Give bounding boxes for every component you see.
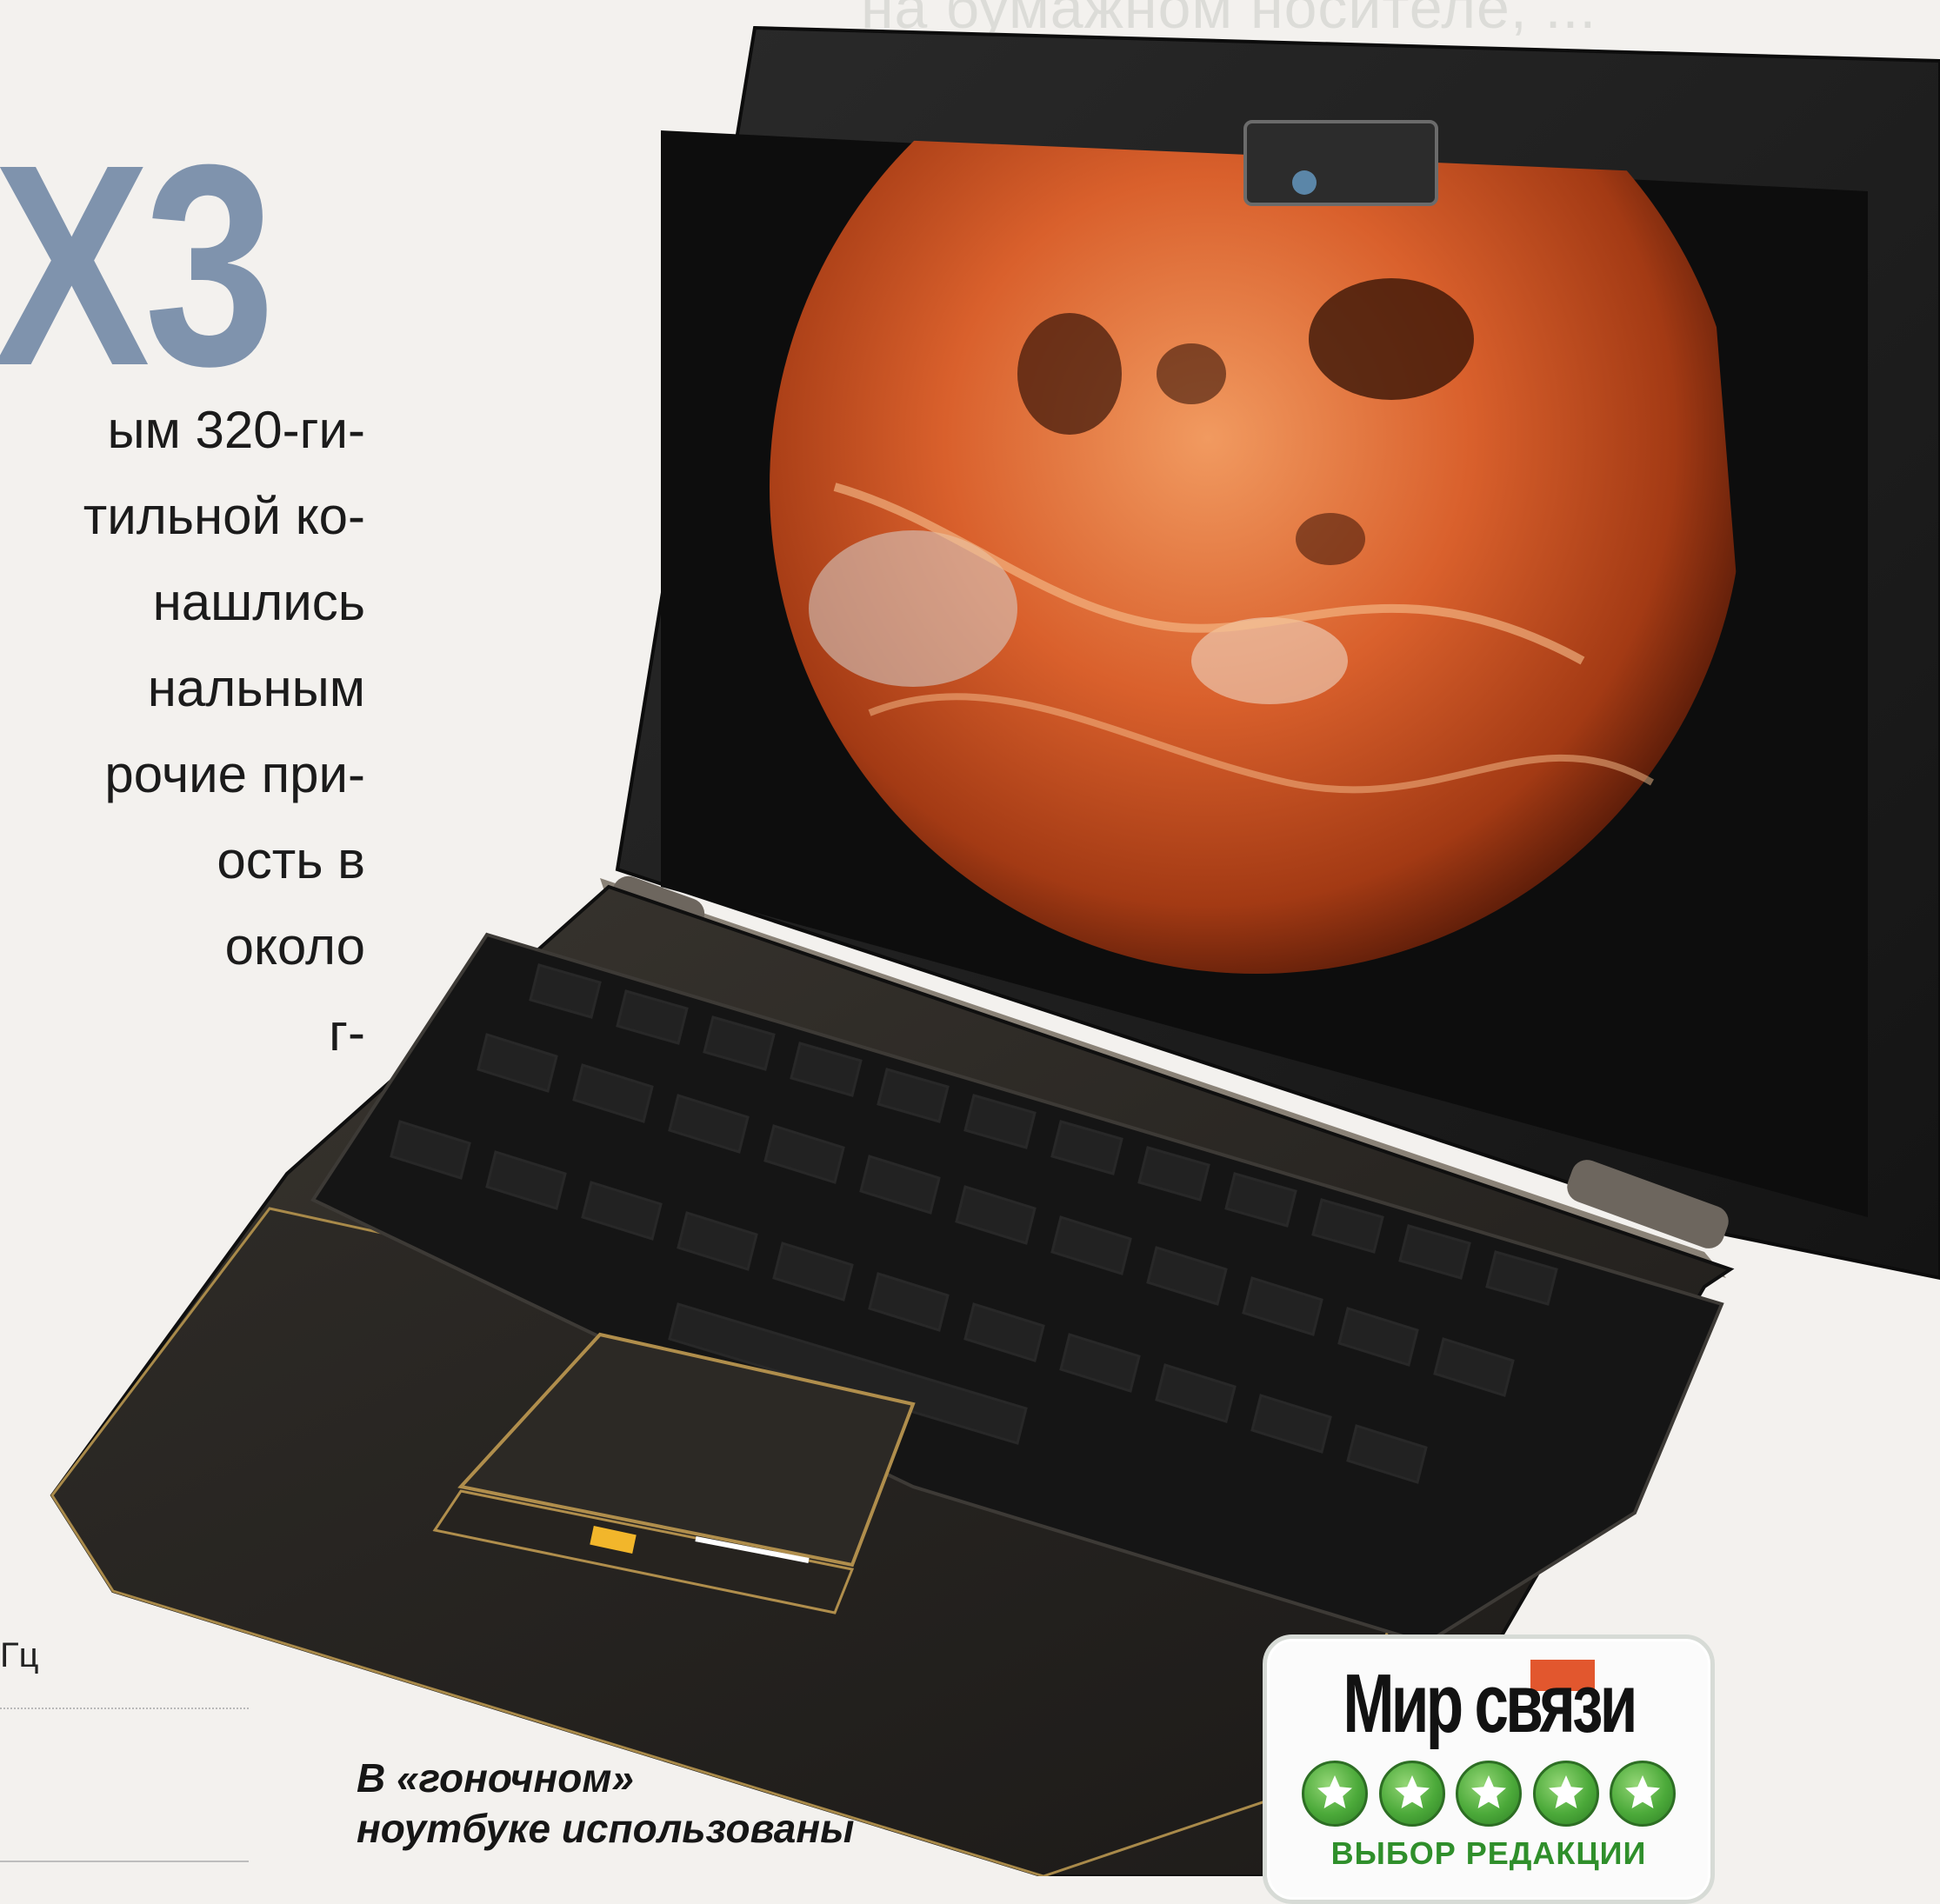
webcam — [1243, 120, 1438, 206]
rating-stars — [1302, 1761, 1676, 1830]
editors-choice-badge: Мир связи ВЫБОР РЕДАКЦИИ — [1263, 1634, 1715, 1904]
laptop-photo — [50, 25, 1940, 1876]
badge-title: Мир связи — [1343, 1657, 1637, 1750]
photo-caption: В «гоночном» ноутбуке использованы — [357, 1753, 855, 1854]
star-icon — [1532, 1761, 1599, 1827]
star-icon — [1610, 1761, 1676, 1827]
badge-footer: ВЫБОР РЕДАКЦИИ — [1330, 1835, 1647, 1871]
star-icon — [1302, 1761, 1368, 1827]
caption-line: ноутбуке использованы — [357, 1806, 855, 1851]
star-icon — [1378, 1761, 1445, 1827]
caption-line: В «гоночном» — [357, 1755, 634, 1801]
star-icon — [1456, 1761, 1522, 1827]
